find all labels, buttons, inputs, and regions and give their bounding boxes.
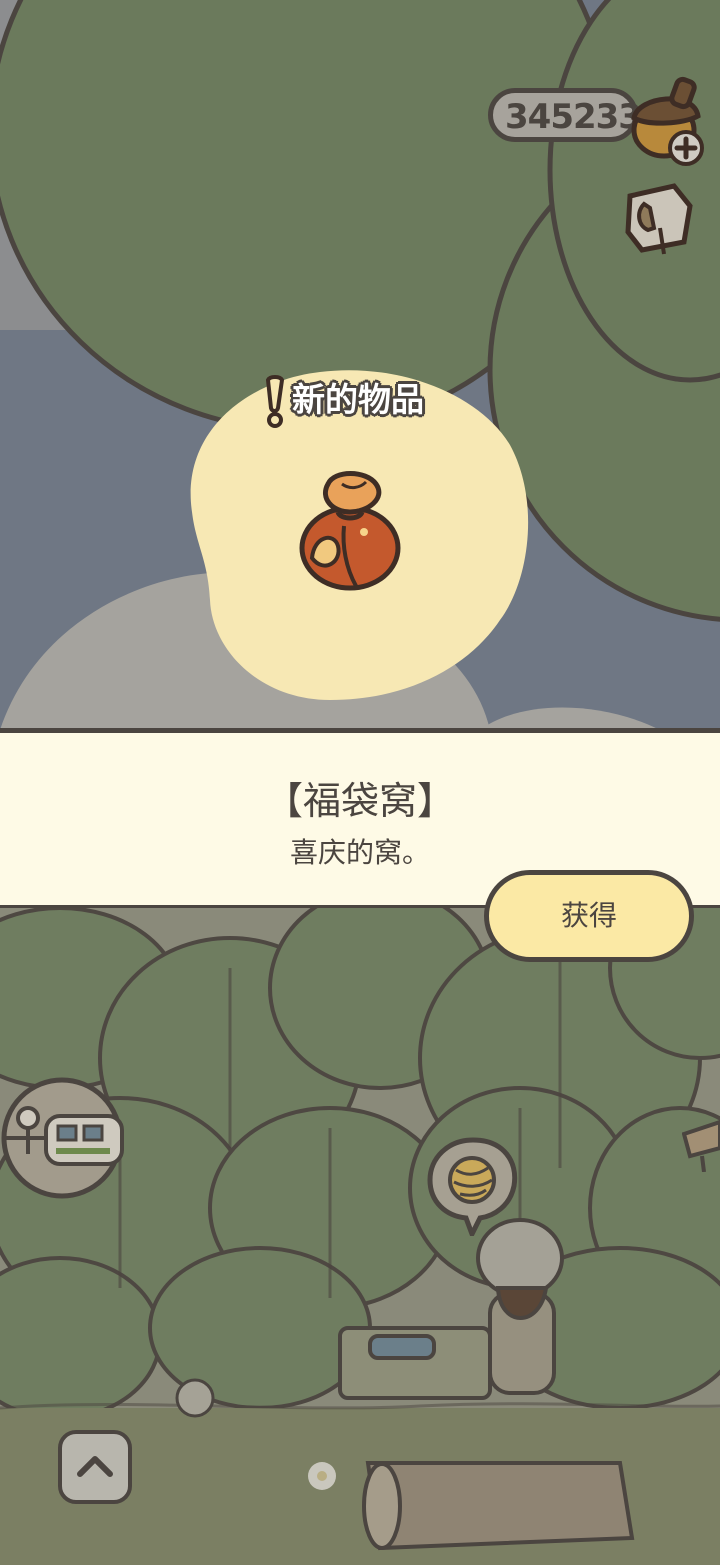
train-icon[interactable] xyxy=(0,1074,126,1200)
currency-counter[interactable]: 345233 xyxy=(488,88,642,142)
obtain-button[interactable]: 获得 xyxy=(484,870,694,962)
map-icon[interactable] xyxy=(620,178,698,260)
obtain-button-label: 获得 xyxy=(560,899,617,932)
expand-up-button[interactable] xyxy=(58,1430,132,1504)
chevron-up-icon xyxy=(77,1456,113,1477)
yarn-ball-icon[interactable] xyxy=(424,1136,522,1236)
exclamation-icon xyxy=(265,375,285,428)
currency-amount: 345233 xyxy=(505,97,642,137)
cart-icon[interactable] xyxy=(682,1116,720,1172)
new-item-notice: 新的物品 xyxy=(260,374,480,430)
plus-icon[interactable] xyxy=(666,128,706,168)
lucky-bag-icon xyxy=(299,471,401,591)
new-item-label: 新的物品 xyxy=(292,380,424,419)
item-description: 喜庆的窝。 xyxy=(289,836,430,869)
item-title: 【福袋窝】 xyxy=(264,779,455,823)
